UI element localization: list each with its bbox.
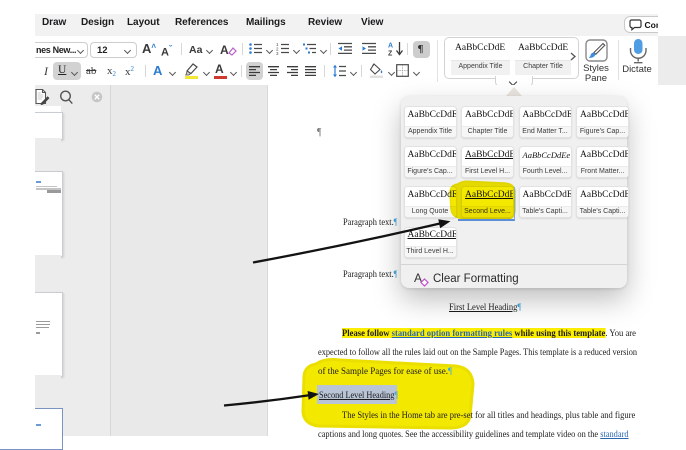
- svg-text:A: A: [388, 43, 393, 50]
- svg-text:Z: Z: [388, 51, 393, 57]
- svg-text:3: 3: [276, 51, 279, 55]
